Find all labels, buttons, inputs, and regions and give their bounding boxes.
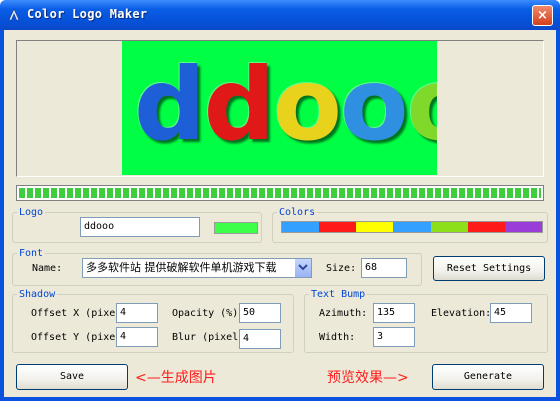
text-bump-group-legend: Text Bump — [311, 289, 366, 300]
font-size-label: Size: — [326, 263, 357, 274]
app-icon — [8, 8, 20, 21]
palette-swatch-7[interactable] — [504, 222, 542, 232]
azimuth-label: Azimuth: — [319, 308, 368, 319]
app-window: Color Logo Maker × ddooo Logo ddooo Colo… — [0, 0, 560, 401]
azimuth-input[interactable]: 135 — [373, 303, 415, 323]
client-area: ddooo Logo ddooo Colors Font — [4, 30, 556, 397]
logo-preview: ddooo — [122, 41, 437, 175]
color-palette — [281, 221, 543, 233]
colors-group-legend: Colors — [279, 207, 316, 218]
window-title: Color Logo Maker — [27, 7, 148, 21]
logo-letter-5: o — [407, 46, 437, 163]
chevron-down-icon — [298, 264, 308, 271]
font-group-legend: Font — [19, 248, 44, 259]
blur-label: Blur (pixel — [172, 332, 239, 343]
save-note: <—生成图片 — [135, 370, 217, 386]
blur-input[interactable]: 4 — [239, 329, 281, 349]
offset-x-label: Offset X (pixe — [31, 308, 116, 319]
opacity-input[interactable]: 50 — [239, 303, 281, 323]
font-name-value: 多多软件站 提供破解软件单机游戏下载 — [86, 261, 277, 274]
width-label: Width: — [319, 332, 356, 343]
generate-note: 预览效果—> — [327, 370, 409, 386]
progress-bar — [16, 185, 544, 201]
logo-preview-text: ddooo — [134, 45, 437, 165]
font-size-input[interactable]: 68 — [361, 258, 407, 278]
title-bar[interactable]: Color Logo Maker × — [0, 0, 560, 30]
logo-group-legend: Logo — [19, 207, 44, 218]
logo-letter-4: o — [339, 46, 409, 163]
shadow-group-legend: Shadow — [19, 289, 56, 300]
palette-swatch-6[interactable] — [467, 222, 505, 232]
logo-letter-3: o — [273, 46, 342, 163]
palette-swatch-1[interactable] — [282, 222, 320, 232]
save-button[interactable]: Save — [16, 364, 128, 390]
font-name-select[interactable]: 多多软件站 提供破解软件单机游戏下载 — [82, 258, 312, 278]
font-name-label: Name: — [32, 263, 63, 274]
logo-letter-1: d — [134, 46, 206, 163]
offset-y-label: Offset Y (pixe — [31, 332, 116, 343]
logo-letter-2: d — [203, 46, 276, 163]
window-frame-bottom — [0, 397, 560, 401]
palette-swatch-5[interactable] — [430, 222, 468, 232]
logo-color-swatch[interactable] — [214, 222, 258, 234]
palette-swatch-3[interactable] — [356, 222, 394, 232]
generate-button[interactable]: Generate — [432, 364, 544, 390]
reset-settings-button[interactable]: Reset Settings — [433, 256, 545, 281]
font-dropdown-button[interactable] — [294, 259, 311, 277]
close-icon: × — [537, 8, 548, 23]
elevation-label: Elevation: — [431, 308, 492, 319]
offset-y-input[interactable]: 4 — [116, 327, 158, 347]
opacity-label: Opacity (%) — [172, 308, 239, 319]
elevation-input[interactable]: 45 — [490, 303, 532, 323]
progress-fill — [19, 188, 541, 198]
offset-x-input[interactable]: 4 — [116, 303, 158, 323]
preview-panel: ddooo — [16, 40, 544, 177]
palette-swatch-4[interactable] — [393, 222, 431, 232]
logo-text-input[interactable]: ddooo — [80, 217, 200, 237]
palette-swatch-2[interactable] — [319, 222, 357, 232]
close-button[interactable]: × — [532, 5, 553, 26]
width-input[interactable]: 3 — [373, 327, 415, 347]
